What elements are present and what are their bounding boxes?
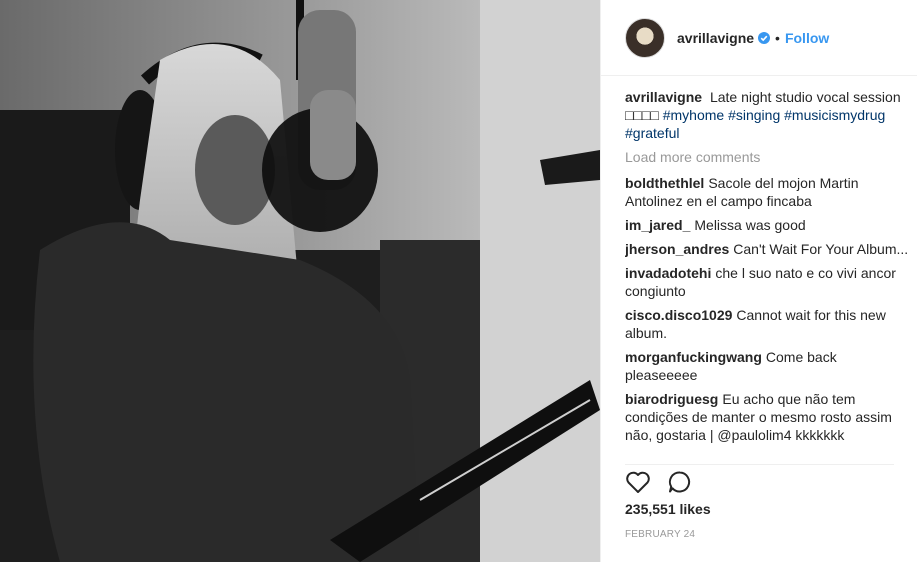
comments-list[interactable]: avrillavigne Late night studio vocal ses…	[625, 88, 910, 456]
hashtag-link[interactable]: #singing	[728, 107, 780, 123]
load-more-comments-button[interactable]: Load more comments	[625, 148, 910, 166]
verified-badge-icon	[758, 31, 771, 44]
comment-bubble-icon[interactable]	[667, 470, 693, 494]
comment-item: boldthethlel Sacole del mojon Martin Anto…	[625, 174, 910, 210]
header-username[interactable]: avrillavigne	[677, 30, 754, 46]
comment-username[interactable]: im_jared_	[625, 217, 690, 233]
comment-item: cisco.disco1029 Cannot wait for this new …	[625, 306, 910, 342]
caption: avrillavigne Late night studio vocal ses…	[625, 88, 910, 142]
hashtag-link[interactable]: #grateful	[625, 125, 679, 141]
comment-username[interactable]: cisco.disco1029	[625, 307, 732, 323]
hashtag-link[interactable]: #myhome	[663, 107, 724, 123]
post-side-panel: avrillavigne • Follow avrillavigne Late …	[600, 0, 917, 562]
post-date[interactable]: FEBRUARY 24	[625, 529, 894, 540]
comment-item: biarodriguesg Eu acho que não tem condiçõ…	[625, 390, 910, 444]
post-header: avrillavigne • Follow	[601, 0, 917, 76]
caption-username[interactable]: avrillavigne	[625, 89, 702, 105]
comment-item: jherson_andres Can't Wait For Your Album.…	[625, 240, 910, 258]
avatar[interactable]	[625, 17, 665, 58]
comment-item: im_jared_ Melissa was good	[625, 216, 910, 234]
comment-username[interactable]: invadadotehi	[625, 265, 711, 281]
comment-username[interactable]: morganfuckingwang	[625, 349, 762, 365]
comment-item: invadadotehi che l suo nato e co vivi anc…	[625, 264, 910, 300]
comment-username[interactable]: boldthethlel	[625, 175, 704, 191]
comment-username[interactable]: jherson_andres	[625, 241, 729, 257]
action-icons	[625, 467, 894, 497]
post-actions: 235,551 likes FEBRUARY 24	[625, 464, 894, 540]
follow-button[interactable]: Follow	[785, 30, 829, 46]
studio-photo-image	[0, 0, 600, 562]
heart-icon[interactable]	[625, 470, 651, 494]
likes-count[interactable]: 235,551 likes	[625, 501, 894, 517]
comment-text: Melissa was good	[694, 217, 806, 233]
comment-item: morganfuckingwang Come back pleaseeeee	[625, 348, 910, 384]
comment-text: Can't Wait For Your Album...	[733, 241, 909, 257]
hashtag-link[interactable]: #musicismydrug	[784, 107, 885, 123]
post-photo[interactable]	[0, 0, 600, 562]
header-separator: •	[775, 29, 780, 46]
comment-username[interactable]: biarodriguesg	[625, 391, 718, 407]
